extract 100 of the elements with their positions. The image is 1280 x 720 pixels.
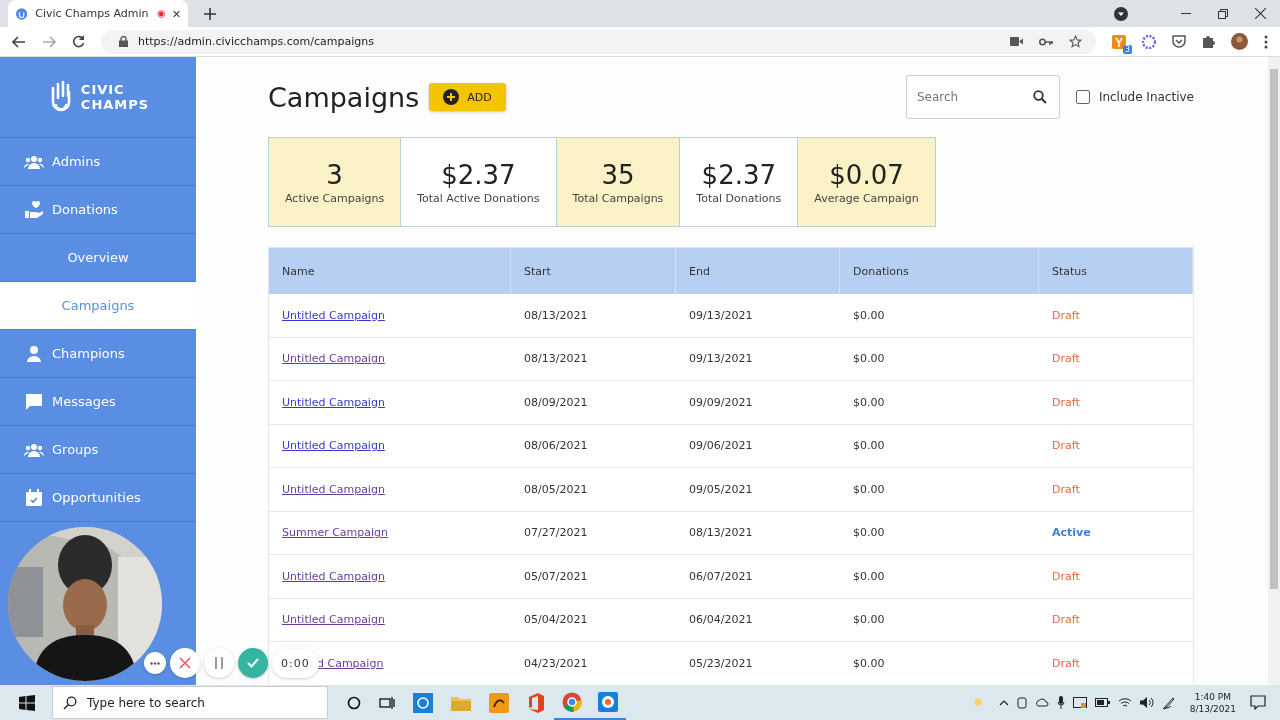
table-cell-text: $0.00 <box>852 482 886 496</box>
battery-icon[interactable] <box>1094 698 1110 707</box>
task-view-icon[interactable] <box>379 695 395 710</box>
checkbox[interactable] <box>1075 90 1090 104</box>
clock[interactable]: 1:40 PM 8/13/2021 <box>1189 690 1236 715</box>
pause-icon <box>215 657 223 669</box>
sidebar-label: Champions <box>52 346 125 361</box>
close-icon[interactable] <box>1255 8 1266 19</box>
status-text: Draft <box>1052 569 1080 583</box>
campaign-link[interactable]: Untitled Campaign <box>282 613 385 627</box>
table-cell-text: 09/13/2021 <box>688 308 754 322</box>
table-cell-text: $0.00 <box>852 656 886 670</box>
key-icon[interactable] <box>1039 37 1053 46</box>
stat-value: 35 <box>601 159 635 190</box>
calendar-icon <box>24 488 44 507</box>
sidebar-label: Admins <box>52 154 101 169</box>
table-cell-text: 04/23/2021 <box>523 656 589 670</box>
person-icon <box>24 344 44 363</box>
add-button[interactable]: ADD <box>429 83 506 111</box>
sidebar-label: Messages <box>52 394 116 409</box>
back-icon[interactable] <box>12 35 26 48</box>
address-bar[interactable]: https://admin.civicchamps.com/campaigns <box>101 29 1096 54</box>
status-text: Active <box>1052 526 1091 540</box>
camera-icon[interactable] <box>1010 37 1023 46</box>
star-icon[interactable] <box>1069 35 1082 48</box>
extension-badge: 3 <box>1122 44 1132 54</box>
new-tab-icon[interactable] <box>204 7 216 20</box>
close-icon[interactable] <box>172 8 180 19</box>
hand-heart-icon <box>24 200 44 219</box>
sidebar-label: Campaigns <box>61 298 135 313</box>
stat-value: $0.07 <box>829 159 904 190</box>
check-icon <box>247 658 259 668</box>
volume-icon[interactable] <box>1139 697 1154 708</box>
cloud-icon[interactable] <box>1034 698 1049 707</box>
sidebar-label: Groups <box>52 442 99 457</box>
pocket-icon[interactable] <box>1172 35 1186 48</box>
table-cell-text: 05/04/2021 <box>523 613 589 627</box>
stat-label: Total Donations <box>696 191 782 205</box>
table-cell-text: 09/13/2021 <box>688 352 754 366</box>
chevron-up-icon[interactable] <box>998 699 1009 706</box>
stat-value: 3 <box>326 159 343 190</box>
message-icon <box>24 392 44 411</box>
stat-value: $2.37 <box>701 159 777 190</box>
sidebar-label: Donations <box>52 202 118 217</box>
table-cell-text: 08/06/2021 <box>523 439 589 453</box>
table-cell-text: $0.00 <box>852 613 886 627</box>
table-cell-text: $0.00 <box>852 526 886 540</box>
scrollbar[interactable] <box>1268 57 1280 685</box>
status-text: Draft <box>1052 656 1080 670</box>
campaign-link[interactable]: Untitled Campaign <box>282 352 385 366</box>
more-icon[interactable] <box>1264 34 1268 49</box>
stat-value: $2.37 <box>441 159 516 190</box>
browser-tab[interactable]: Civic Champs Admin <box>8 0 188 27</box>
checkbox-label: Include Inactive <box>1098 90 1194 104</box>
status-text: Draft <box>1052 352 1080 366</box>
campaign-link[interactable]: Untitled Campaign <box>282 395 385 409</box>
campaign-link[interactable]: Untitled Campaign <box>282 482 385 496</box>
taskbar-search-field[interactable]: Type here to search <box>52 686 328 719</box>
lock-icon <box>119 36 128 47</box>
campaign-link[interactable]: d Campaign <box>317 656 384 670</box>
app-icon[interactable] <box>489 692 509 713</box>
puzzle-icon[interactable] <box>1202 35 1215 48</box>
campaign-link[interactable]: Untitled Campaign <box>282 308 385 322</box>
search-icon <box>63 695 77 710</box>
campaign-link[interactable]: Untitled Campaign <box>282 569 385 583</box>
reload-icon[interactable] <box>72 35 85 48</box>
column-header: Name <box>269 248 511 294</box>
microphone-icon[interactable] <box>1056 696 1065 709</box>
plus-icon <box>443 89 460 105</box>
profile-menu-icon[interactable] <box>1114 6 1128 21</box>
column-header: End <box>676 248 840 294</box>
pen-icon[interactable] <box>1161 695 1176 710</box>
search-icon <box>1032 90 1047 104</box>
close-icon <box>179 657 191 669</box>
search-field[interactable]: Search <box>905 75 1060 119</box>
stat-label: Total Active Donations <box>417 191 540 205</box>
avatar-icon[interactable] <box>1231 33 1248 50</box>
minimize-icon[interactable] <box>1181 12 1191 15</box>
windows-start-icon[interactable] <box>19 694 35 711</box>
column-header: Donations <box>840 248 1039 294</box>
office-icon[interactable] <box>527 692 545 713</box>
restore-icon[interactable] <box>1218 8 1228 19</box>
table-cell-text: 09/05/2021 <box>688 482 754 496</box>
site-logo-icon <box>16 5 28 22</box>
column-header: Start <box>511 248 676 294</box>
display-icon[interactable] <box>1072 696 1087 709</box>
table-cell-text: 06/04/2021 <box>688 613 754 627</box>
campaign-link[interactable]: Untitled Campaign <box>282 439 385 453</box>
notification-icon[interactable] <box>1250 695 1266 710</box>
column-header: Status <box>1039 248 1193 294</box>
table-cell-text: 08/13/2021 <box>688 526 754 540</box>
extension-icon[interactable] <box>1112 34 1126 49</box>
wifi-icon[interactable] <box>1117 697 1132 708</box>
status-text: Draft <box>1052 482 1080 496</box>
table-cell-text: $0.00 <box>852 395 886 409</box>
stat-label: Active Campaigns <box>285 191 385 205</box>
campaign-link[interactable]: Summer Campaign <box>282 526 389 540</box>
table-cell-text: 07/27/2021 <box>523 526 589 540</box>
cortana-icon[interactable] <box>347 695 361 710</box>
tab-title: Civic Champs Admin <box>35 7 149 20</box>
